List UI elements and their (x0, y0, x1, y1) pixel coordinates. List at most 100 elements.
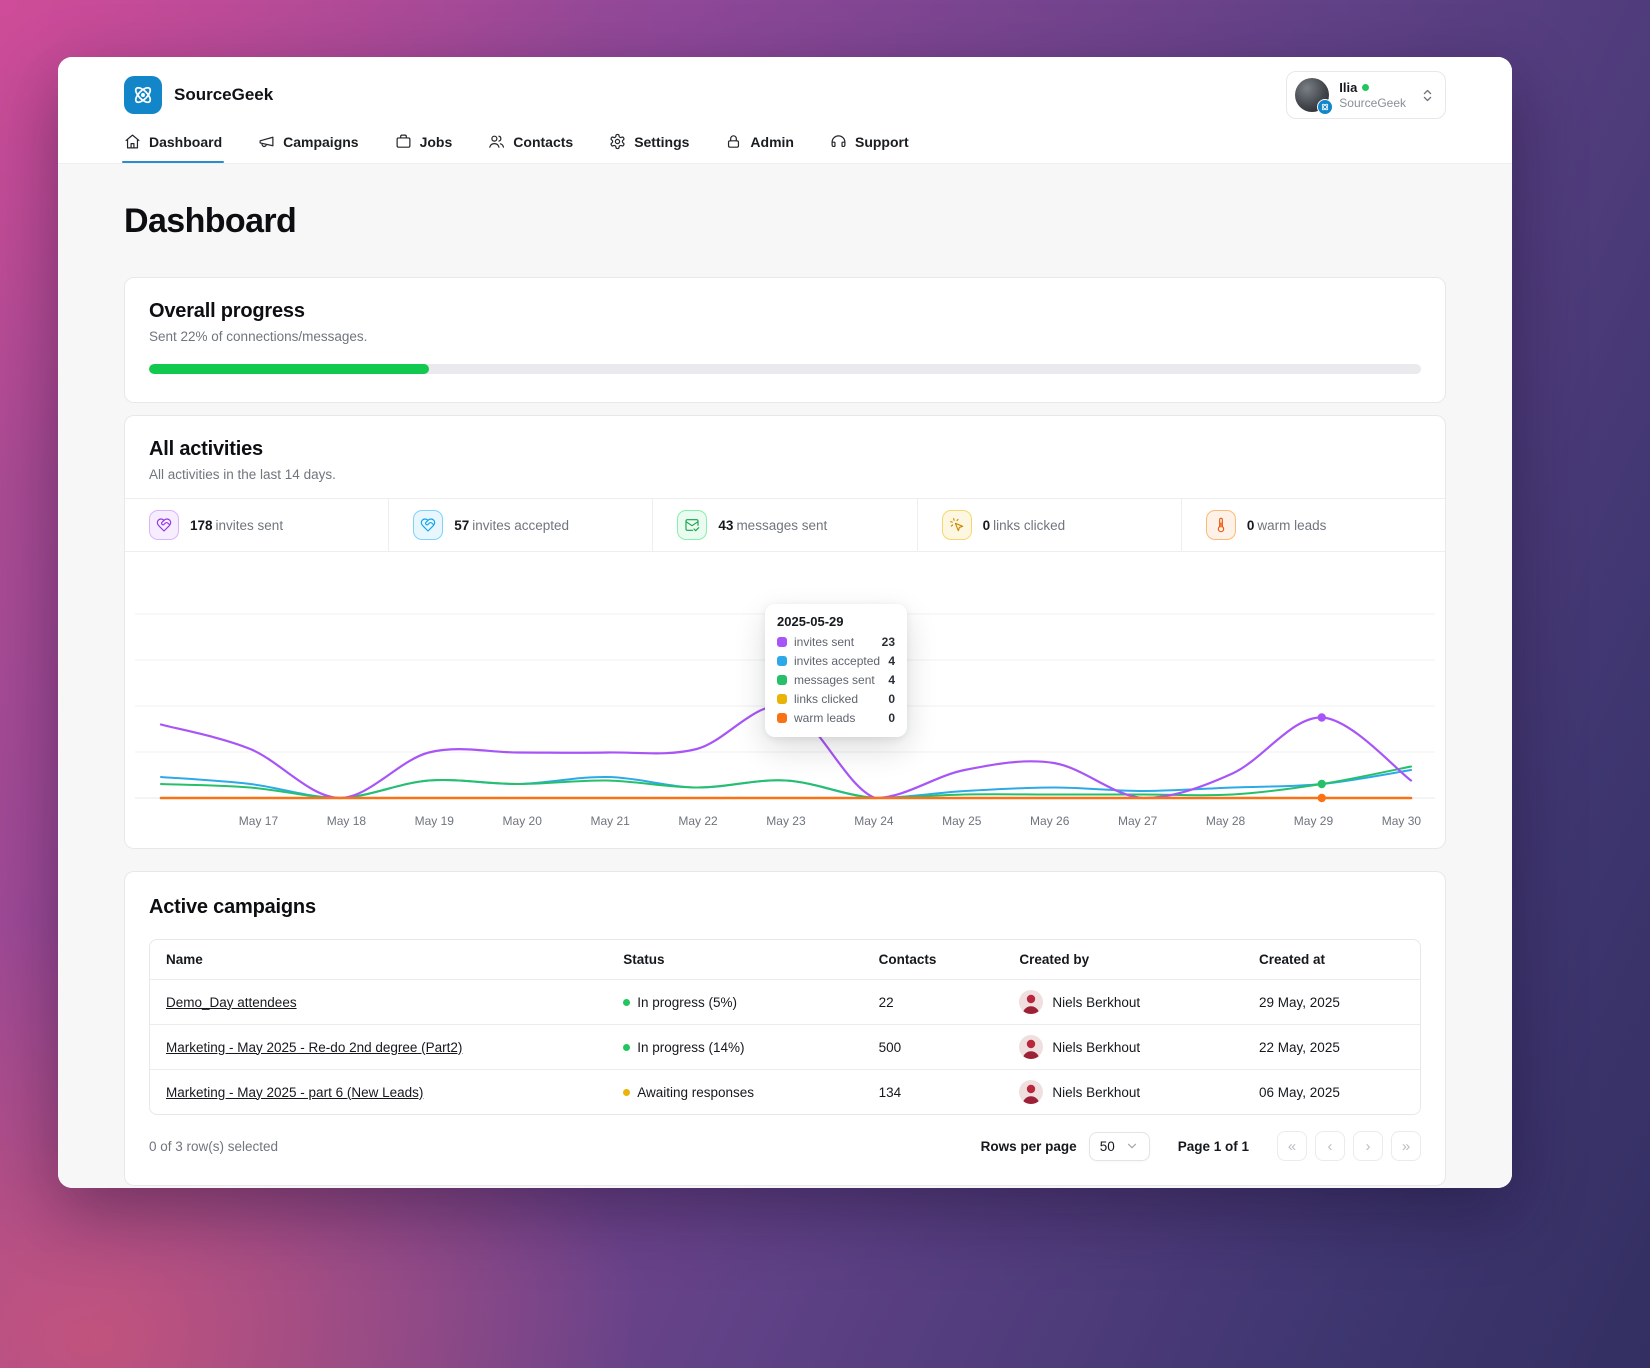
lock-icon (725, 133, 742, 150)
column-header-status: Status (623, 952, 665, 967)
x-axis-tick: May 21 (590, 814, 630, 828)
series-swatch (777, 694, 787, 704)
table-row[interactable]: Marketing - May 2025 - part 6 (New Leads… (150, 1069, 1420, 1114)
created-by: Niels Berkhout (1019, 1035, 1227, 1059)
tooltip-row: links clicked 0 (777, 692, 895, 706)
next-page-button[interactable]: › (1353, 1131, 1383, 1161)
series-swatch (777, 675, 787, 685)
chart-tooltip: 2025-05-29 invites sent 23 invites accepte… (765, 604, 907, 737)
stat-warm-leads: 0 warm leads (1180, 499, 1445, 551)
stat-messages-sent: 43 messages sent (652, 499, 916, 551)
nav-item-admin[interactable]: Admin (725, 133, 794, 163)
progress-bar (149, 364, 1421, 374)
gear-icon (609, 133, 626, 150)
user-name: Ilia (1339, 79, 1358, 95)
nav-item-label: Campaigns (283, 133, 359, 150)
sourcegeek-badge-icon (1317, 99, 1334, 115)
overall-progress-subtitle: Sent 22% of connections/messages. (149, 329, 368, 344)
pagination: « ‹ › » (1277, 1131, 1421, 1161)
pointer-click-icon (941, 510, 972, 540)
chart-x-axis-labels: May 17 May 18 May 19 May 20 May 21 May 22 May … (145, 810, 1425, 836)
tooltip-row: warm leads 0 (777, 711, 895, 725)
column-header-created-by: Created by (1019, 952, 1090, 967)
nav-item-label: Contacts (513, 133, 574, 150)
created-by: Niels Berkhout (1019, 1080, 1227, 1104)
table-row[interactable]: Demo_Day attendees In progress (5%) 22 Niel… (150, 979, 1420, 1025)
stat-value: 0 (1246, 517, 1255, 533)
contacts-count: 134 (862, 1069, 1004, 1114)
nav-item-jobs[interactable]: Jobs (395, 133, 452, 163)
series-label: links clicked (794, 692, 859, 706)
series-swatch (777, 713, 787, 723)
users-icon (488, 133, 505, 150)
x-axis-tick: May 28 (1205, 814, 1246, 828)
campaign-link[interactable]: Marketing - May 2025 - part 6 (New Leads… (166, 1085, 423, 1100)
x-axis-tick: May 19 (414, 814, 454, 828)
chart-tooltip-date: 2025-05-29 (777, 614, 844, 629)
created-at: 29 May, 2025 (1243, 979, 1420, 1025)
x-axis-tick: May 18 (326, 814, 367, 828)
series-value: 4 (888, 654, 895, 668)
stat-value: 57 (454, 517, 470, 533)
x-axis-tick: May 27 (1117, 814, 1158, 828)
nav-item-settings[interactable]: Settings (609, 133, 689, 163)
x-axis-tick: May 20 (502, 814, 542, 828)
nav-item-label: Dashboard (149, 133, 223, 150)
series-label: invites accepted (794, 654, 881, 668)
sourcegeek-logo-icon (124, 76, 162, 114)
rows-selected-text: 0 of 3 row(s) selected (149, 1138, 279, 1154)
series-value: 23 (881, 635, 895, 649)
nav-item-dashboard[interactable]: Dashboard (121, 133, 225, 163)
stat-label: invites sent (215, 517, 284, 533)
series-value: 0 (888, 711, 895, 725)
account-menu[interactable]: Ilia SourceGeek (1286, 71, 1446, 119)
stat-value: 0 (982, 517, 991, 533)
column-header-created-at: Created at (1259, 952, 1326, 967)
rows-per-page-label: Rows per page (980, 1138, 1077, 1154)
campaign-link[interactable]: Demo_Day attendees (166, 995, 297, 1010)
series-swatch (777, 656, 787, 666)
status-badge: In progress (14%) (623, 1040, 846, 1055)
x-axis-tick: May 29 (1293, 814, 1334, 828)
status-badge: In progress (5%) (623, 995, 846, 1010)
nav-item-campaigns[interactable]: Campaigns (258, 133, 359, 163)
first-page-button[interactable]: « (1277, 1131, 1307, 1161)
tooltip-row: messages sent 4 (777, 673, 895, 687)
creator-avatar (1019, 990, 1044, 1014)
nav-item-label: Support (854, 133, 909, 150)
creator-avatar (1019, 1035, 1044, 1059)
last-page-button[interactable]: » (1391, 1131, 1421, 1161)
headset-icon (830, 133, 847, 150)
all-activities-title: All activities (149, 438, 263, 460)
heart-handshake-icon (413, 510, 444, 540)
series-label: messages sent (794, 673, 875, 687)
prev-page-button[interactable]: ‹ (1315, 1131, 1345, 1161)
x-axis-tick: May 26 (1030, 814, 1070, 828)
x-axis-tick: May 25 (942, 814, 982, 828)
creator-avatar (1019, 1080, 1044, 1104)
stat-label: links clicked (993, 517, 1066, 533)
progress-bar-fill (149, 364, 429, 374)
activity-stats-row: 178 invites sent 57 invites accepted 43 messa… (125, 498, 1445, 552)
table-footer: 0 of 3 row(s) selected Rows per page 50 … (149, 1131, 1421, 1161)
stat-label: invites accepted (472, 517, 570, 533)
stat-value: 43 (718, 517, 734, 533)
rows-per-page-select[interactable]: 50 (1088, 1131, 1150, 1161)
campaigns-table: Name Status Contacts Created by Created at D… (149, 939, 1421, 1115)
campaign-link[interactable]: Marketing - May 2025 - Re-do 2nd degree … (166, 1040, 462, 1055)
user-org: SourceGeek (1339, 96, 1406, 111)
x-axis-tick: May 23 (766, 814, 806, 828)
status-dot (623, 1043, 631, 1051)
app-window: SourceGeek Ilia SourceGeek Dashboard Cam… (58, 57, 1512, 1188)
x-axis-tick: May 17 (238, 814, 279, 828)
online-status-dot (1362, 83, 1370, 91)
table-row[interactable]: Marketing - May 2025 - Re-do 2nd degree … (150, 1024, 1420, 1070)
created-at: 22 May, 2025 (1243, 1024, 1420, 1070)
overall-progress-title: Overall progress (149, 300, 305, 322)
nav-item-contacts[interactable]: Contacts (488, 133, 573, 163)
active-campaigns-card: Active campaigns Name Status Contacts Creat… (124, 871, 1446, 1186)
user-avatar (1295, 78, 1334, 115)
nav-item-support[interactable]: Support (830, 133, 909, 163)
home-icon (124, 133, 141, 150)
rows-per-page-value: 50 (1099, 1138, 1115, 1154)
